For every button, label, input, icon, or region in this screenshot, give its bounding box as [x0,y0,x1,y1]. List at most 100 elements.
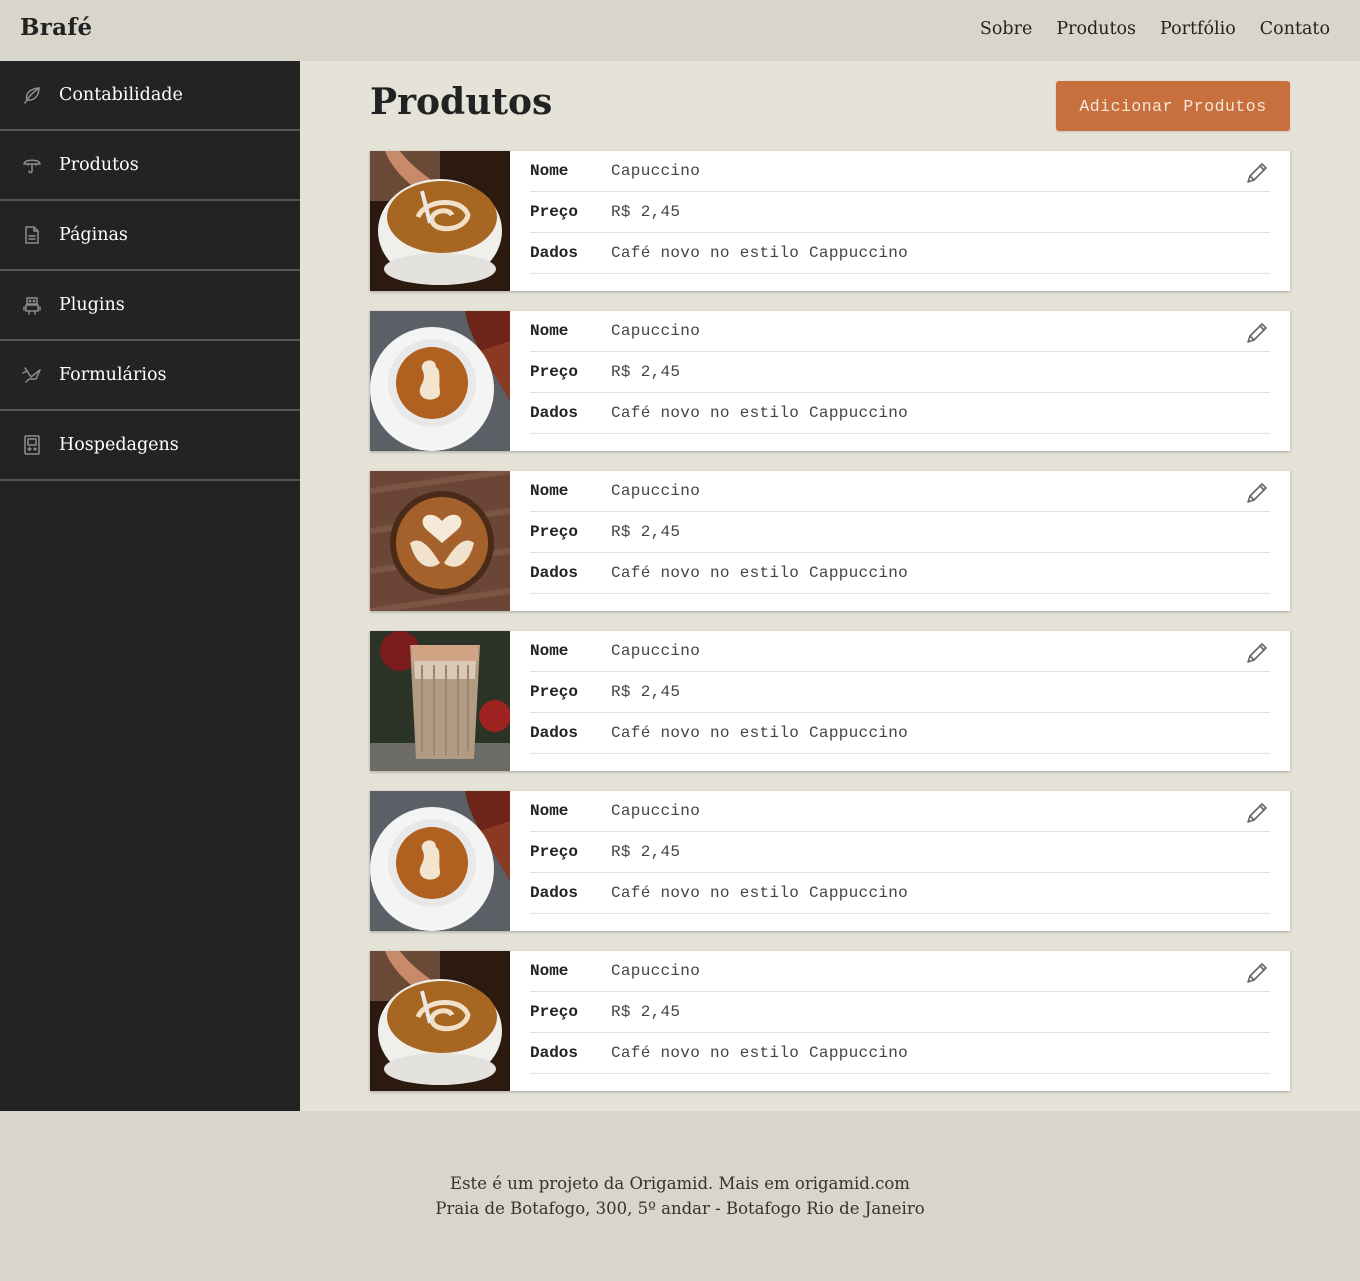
product-name-row: Nome Capuccino [530,471,1270,512]
sidebar-item-label: Hospedagens [59,435,179,455]
sidebar-item-hospedagens[interactable]: Hospedagens [0,411,300,481]
bird-icon [22,365,42,385]
product-list: Nome Capuccino Preço R$ 2,45 Dados Café nov… [370,151,1290,1111]
product-data-row: Dados Café novo no estilo Cappuccino [530,713,1270,754]
product-data-row: Dados Café novo no estilo Cappuccino [530,1033,1270,1074]
product-image-latte-saucer [370,791,510,931]
product-data: Café novo no estilo Cappuccino [611,1044,909,1062]
product-price: R$ 2,45 [611,1003,681,1021]
product-price: R$ 2,45 [611,843,681,861]
product-name: Capuccino [611,482,701,500]
nav-link-produtos[interactable]: Produtos [1056,19,1136,39]
product-data: Café novo no estilo Cappuccino [611,884,909,902]
price-label: Preço [530,363,579,381]
leaf-icon [22,85,42,105]
name-label: Nome [530,162,569,180]
nav-link-sobre[interactable]: Sobre [980,19,1032,39]
product-price-row: Preço R$ 2,45 [530,832,1270,873]
product-name: Capuccino [611,642,701,660]
sidebar-item-label: Formulários [59,365,167,385]
product-name-row: Nome Capuccino [530,951,1270,992]
product-name-row: Nome Capuccino [530,151,1270,192]
product-data-row: Dados Café novo no estilo Cappuccino [530,233,1270,274]
edit-icon[interactable] [1244,160,1270,186]
edit-icon[interactable] [1244,640,1270,666]
sidebar-item-label: Produtos [59,155,139,175]
product-price-row: Preço R$ 2,45 [530,192,1270,233]
name-label: Nome [530,482,569,500]
sidebar-item-contabilidade[interactable]: Contabilidade [0,61,300,131]
price-label: Preço [530,523,579,541]
product-price: R$ 2,45 [611,203,681,221]
nav-link-contato[interactable]: Contato [1260,19,1330,39]
sidebar-item-label: Páginas [59,225,128,245]
edit-icon[interactable] [1244,320,1270,346]
product-data-row: Dados Café novo no estilo Cappuccino [530,873,1270,914]
price-label: Preço [530,203,579,221]
sidebar-item-label: Plugins [59,295,125,315]
product-image-iced-latte-glass [370,631,510,771]
data-label: Dados [530,404,579,422]
gameboy-icon [22,435,42,455]
product-data-row: Dados Café novo no estilo Cappuccino [530,393,1270,434]
product-price-row: Preço R$ 2,45 [530,672,1270,713]
top-nav: Sobre Produtos Portfólio Contato [980,19,1330,39]
name-label: Nome [530,642,569,660]
product-data: Café novo no estilo Cappuccino [611,724,909,742]
edit-icon[interactable] [1244,800,1270,826]
edit-icon[interactable] [1244,480,1270,506]
top-bar: Brafé Sobre Produtos Portfólio Contato [0,0,1360,61]
name-label: Nome [530,322,569,340]
data-label: Dados [530,564,579,582]
product-name-row: Nome Capuccino [530,791,1270,832]
main-content: Produtos Adicionar Produtos Nome Capuccin… [300,61,1360,1111]
price-label: Preço [530,1003,579,1021]
edit-icon[interactable] [1244,960,1270,986]
product-image-latte-saucer [370,311,510,451]
product-name: Capuccino [611,802,701,820]
product-data-row: Dados Café novo no estilo Cappuccino [530,553,1270,594]
product-data: Café novo no estilo Cappuccino [611,564,909,582]
footer-address: Praia de Botafogo, 300, 5º andar - Botaf… [435,1199,925,1218]
nav-link-portfolio[interactable]: Portfólio [1160,19,1236,39]
product-name: Capuccino [611,962,701,980]
product-card: Nome Capuccino Preço R$ 2,45 Dados Café nov… [370,311,1290,451]
product-image-latte-heart-wood [370,471,510,611]
product-price-row: Preço R$ 2,45 [530,512,1270,553]
data-label: Dados [530,1044,579,1062]
sidebar-item-paginas[interactable]: Páginas [0,201,300,271]
product-data: Café novo no estilo Cappuccino [611,244,909,262]
product-info: Nome Capuccino Preço R$ 2,45 Dados Café nov… [510,151,1290,291]
product-price: R$ 2,45 [611,363,681,381]
product-image-latte-art-pour [370,151,510,291]
document-icon [22,225,42,245]
product-card: Nome Capuccino Preço R$ 2,45 Dados Café nov… [370,791,1290,931]
product-price: R$ 2,45 [611,523,681,541]
product-info: Nome Capuccino Preço R$ 2,45 Dados Café nov… [510,951,1290,1091]
sidebar-item-plugins[interactable]: Plugins [0,271,300,341]
price-label: Preço [530,843,579,861]
umbrella-icon [22,155,42,175]
sidebar-item-produtos[interactable]: Produtos [0,131,300,201]
product-card: Nome Capuccino Preço R$ 2,45 Dados Café nov… [370,151,1290,291]
product-image-latte-art-pour [370,951,510,1091]
product-price-row: Preço R$ 2,45 [530,352,1270,393]
data-label: Dados [530,244,579,262]
product-info: Nome Capuccino Preço R$ 2,45 Dados Café nov… [510,311,1290,451]
product-name-row: Nome Capuccino [530,311,1270,352]
name-label: Nome [530,802,569,820]
product-info: Nome Capuccino Preço R$ 2,45 Dados Café nov… [510,631,1290,771]
product-card: Nome Capuccino Preço R$ 2,45 Dados Café nov… [370,951,1290,1091]
product-info: Nome Capuccino Preço R$ 2,45 Dados Café nov… [510,791,1290,931]
data-label: Dados [530,724,579,742]
brand-logo[interactable]: Brafé [20,14,93,41]
add-products-button[interactable]: Adicionar Produtos [1056,81,1290,131]
product-price: R$ 2,45 [611,683,681,701]
page-title: Produtos [370,81,553,123]
footer-credit: Este é um projeto da Origamid. Mais em o… [450,1174,910,1193]
sidebar-item-formularios[interactable]: Formulários [0,341,300,411]
data-label: Dados [530,884,579,902]
product-info: Nome Capuccino Preço R$ 2,45 Dados Café nov… [510,471,1290,611]
price-label: Preço [530,683,579,701]
product-name: Capuccino [611,162,701,180]
